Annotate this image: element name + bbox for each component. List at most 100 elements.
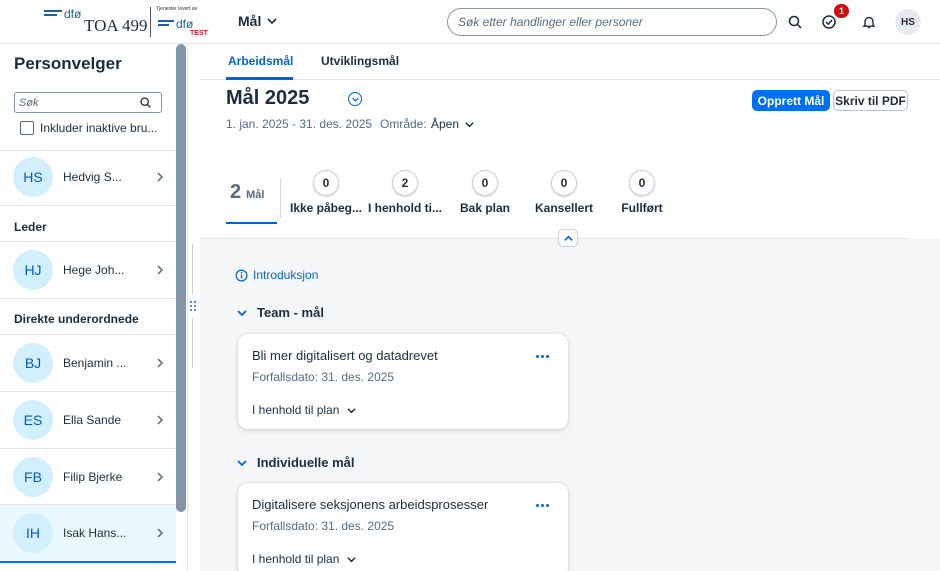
person-name: Ella Sande [63, 413, 122, 427]
goal-count-summary[interactable]: 2 Mål [230, 181, 264, 204]
goal-count: 2 [230, 181, 242, 203]
goal-count-label: Mål [246, 189, 265, 201]
user-avatar[interactable]: HS [895, 9, 921, 35]
avatar: IH [13, 513, 53, 553]
goal-status-select[interactable]: I henhold til plan [252, 403, 357, 417]
chevron-right-icon [157, 358, 164, 368]
area-select[interactable]: Åpen [431, 117, 474, 131]
goal-title: Digitalisere seksjonens arbeidsprosesser [252, 497, 489, 512]
selected-indicator [0, 561, 176, 563]
app-menu-button[interactable]: Mål [238, 13, 277, 29]
person-item-leader[interactable]: HJ Hege Joh... [0, 242, 176, 298]
title-menu-button[interactable] [348, 92, 362, 106]
kpi-value: 0 [472, 170, 498, 196]
search-icon[interactable] [139, 96, 152, 109]
list-divider [0, 205, 176, 206]
person-search[interactable] [14, 92, 162, 113]
avatar: ES [13, 400, 53, 440]
info-icon [235, 269, 248, 281]
logo-caption: Tjenester levert av [156, 6, 198, 12]
person-item-self[interactable]: HS Hedvig S... [0, 149, 176, 205]
person-search-input[interactable] [19, 96, 139, 109]
person-item-report[interactable]: FB Filip Bjerke [0, 449, 176, 505]
active-tab-indicator [226, 77, 293, 80]
area-value: Åpen [431, 117, 460, 131]
panel-title: Personvelger [14, 54, 122, 73]
print-pdf-button[interactable]: Skriv til PDF [833, 90, 908, 111]
chevron-down-icon [351, 97, 359, 102]
chevron-right-icon [157, 528, 164, 538]
logo2-dfo-text: dfø [176, 17, 194, 31]
avatar: HJ [13, 250, 53, 290]
include-inactive-option[interactable]: Inkluder inaktive bru... [20, 121, 157, 135]
logo-brand-text: TOA 499 [84, 16, 148, 35]
header-border [200, 238, 910, 239]
person-name: Isak Hans... [63, 526, 127, 540]
section-title: Individuelle mål [257, 455, 355, 470]
bell-icon [862, 16, 876, 29]
person-name: Hege Joh... [63, 263, 125, 277]
avatar: HS [13, 157, 53, 197]
kpi-label: Kansellert [534, 201, 594, 215]
person-item-report-selected[interactable]: IH Isak Hans... [0, 505, 176, 561]
leader-section-label: Leder [14, 220, 47, 234]
avatar: BJ [13, 343, 53, 383]
chevron-down-icon [267, 18, 277, 25]
more-options-icon[interactable] [532, 497, 552, 513]
introduction-link[interactable]: Introduksjon [235, 268, 318, 282]
goal-status: I henhold til plan [252, 403, 340, 417]
kpi-value: 0 [551, 170, 577, 196]
collapse-header-button[interactable] [558, 229, 578, 247]
goal-status-select[interactable]: I henhold til plan [252, 552, 357, 566]
notification-badge: 1 [834, 4, 849, 18]
person-item-report[interactable]: BJ Benjamin ... [0, 335, 176, 391]
include-inactive-checkbox[interactable] [20, 121, 34, 135]
global-search[interactable] [447, 8, 777, 36]
page-header: Arbeidsmål Utviklingsmål Mål 2025 1. jan… [200, 44, 940, 239]
task-check-icon [822, 15, 836, 29]
tab-arbeidsmal[interactable]: Arbeidsmål [228, 54, 293, 68]
logo-divider [150, 7, 151, 37]
chevron-down-icon [237, 309, 247, 316]
goal-due-date: Forfallsdato: 31. des. 2025 [252, 370, 395, 384]
kpi-on-track[interactable]: 2 I henhold ti... [360, 170, 450, 215]
tab-utviklingsmal[interactable]: Utviklingsmål [321, 54, 399, 68]
splitter-line [192, 244, 193, 294]
kpi-cancelled[interactable]: 0 Kansellert [519, 170, 609, 215]
panel-scrollbar[interactable] [176, 44, 186, 512]
list-divider [0, 298, 176, 299]
reports-section-label: Direkte underordnede [14, 312, 139, 326]
goal-card[interactable]: Digitalisere seksjonens arbeidsprosesser… [238, 483, 568, 571]
person-name: Benjamin ... [63, 356, 127, 370]
chevron-down-icon [465, 121, 474, 127]
section-team-goals[interactable]: Team - mål [237, 305, 324, 320]
create-goal-button[interactable]: Opprett Mål [752, 90, 830, 111]
person-name: Filip Bjerke [63, 470, 123, 484]
kpi-not-started[interactable]: 0 Ikke påbeg... [281, 170, 371, 215]
chevron-down-icon [237, 459, 247, 466]
person-name: Hedvig S... [63, 170, 122, 184]
tab-bar: Arbeidsmål Utviklingsmål [200, 44, 940, 80]
section-individual-goals[interactable]: Individuelle mål [237, 455, 355, 470]
notifications-button[interactable] [858, 11, 880, 33]
search-button[interactable] [784, 11, 806, 33]
app-menu-label: Mål [238, 13, 262, 29]
include-inactive-label: Inkluder inaktive bru... [40, 121, 158, 135]
splitter-grip-icon[interactable] [189, 300, 197, 314]
date-range: 1. jan. 2025 - 31. des. 2025 [226, 117, 373, 131]
goal-card[interactable]: Bli mer digitalisert og datadrevet Forfa… [238, 334, 568, 429]
section-title: Team - mål [257, 305, 324, 320]
shell-bar: dfø TOA 499 Tjenester levert av dfø TEST… [0, 0, 940, 44]
person-item-report[interactable]: ES Ella Sande [0, 392, 176, 448]
area-label: Område: [380, 117, 427, 131]
toa-logo[interactable]: dfø TOA 499 [44, 6, 148, 38]
global-search-input[interactable] [458, 15, 766, 29]
avatar: FB [13, 457, 53, 497]
chevron-right-icon [157, 415, 164, 425]
kpi-completed[interactable]: 0 Fullført [597, 170, 687, 215]
chevron-right-icon [157, 172, 164, 182]
chevron-right-icon [157, 265, 164, 275]
search-icon [788, 15, 802, 29]
kpi-behind[interactable]: 0 Bak plan [440, 170, 530, 215]
more-options-icon[interactable] [532, 348, 552, 364]
